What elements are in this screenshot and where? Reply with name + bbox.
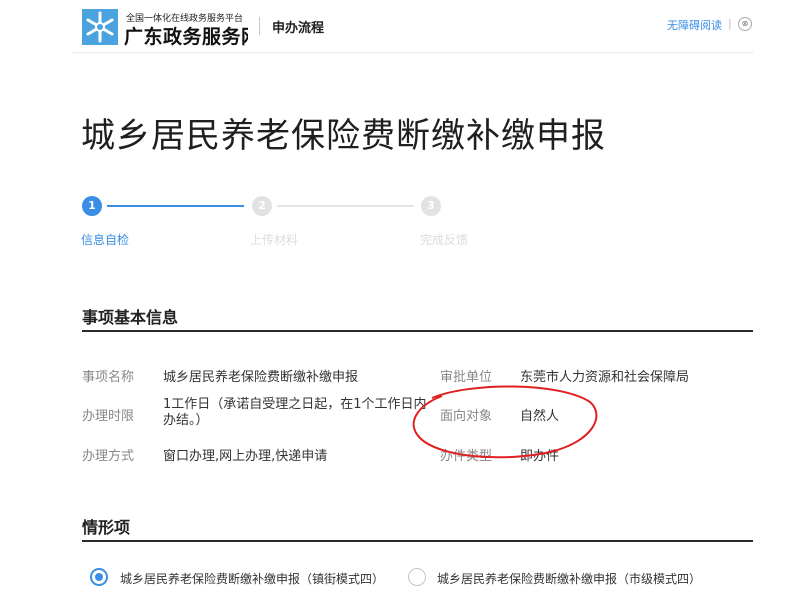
radio-checked-icon[interactable] [90,568,108,586]
page-title: 城乡居民养老保险费断缴补缴申报 [81,116,606,156]
step-1-label: 信息自检 [81,233,130,247]
item-name-value: 城乡居民养老保险费断缴补缴申报 [163,370,359,385]
accessibility-link[interactable]: 无障碍阅读 [667,17,722,33]
step-1-circle: 1 [82,196,102,216]
step-2-circle: 2 [252,196,272,216]
approval-unit-label: 审批单位 [440,370,493,385]
basic-info-title: 事项基本信息 [82,308,179,327]
item-name-label: 事项名称 [82,370,135,385]
step-3-circle: 3 [421,196,441,216]
situations-rule [82,540,753,542]
case-type-label: 办件类型 [440,449,493,464]
time-limit-label: 办理时限 [82,409,135,424]
handling-method-label: 办理方式 [82,449,135,464]
basic-info-rule [82,330,753,332]
brand-name[interactable]: 广东政务服务网 [124,22,248,49]
time-limit-value: 1工作日（承诺自受理之日起，在1个工作日内办结。） [163,397,427,428]
handling-method-value: 窗口办理,网上办理,快递申请 [163,449,328,464]
step-3-label: 完成反馈 [420,233,469,247]
target-audience-label: 面向对象 [440,409,493,424]
nav-title: 申办流程 [272,21,325,36]
site-header: 全国一体化在线政务服务平台 广东政务服务网 申办流程 无障碍阅读 | ⊗ [0,0,807,50]
step-2-label: 上传材料 [250,233,299,247]
situations-title: 情形项 [82,518,131,537]
step-1-connector [107,205,244,207]
header-bottom-border [72,52,754,53]
step-2-connector [277,205,414,207]
user-circle-icon[interactable]: ⊗ [738,17,752,31]
situation-option-town[interactable]: 城乡居民养老保险费断缴补缴申报（镇街模式四） [120,570,384,587]
header-divider [259,17,260,35]
case-type-value: 即办件 [520,449,560,464]
situation-option-city[interactable]: 城乡居民养老保险费断缴补缴申报（市级模式四） [437,570,701,587]
red-annotation-ellipse [412,385,598,459]
target-audience-value: 自然人 [520,409,560,424]
header-separator: | [728,17,732,30]
snowflake-logo-icon[interactable] [82,9,118,45]
approval-unit-value: 东莞市人力资源和社会保障局 [520,370,690,385]
radio-unchecked-icon[interactable] [408,568,426,586]
